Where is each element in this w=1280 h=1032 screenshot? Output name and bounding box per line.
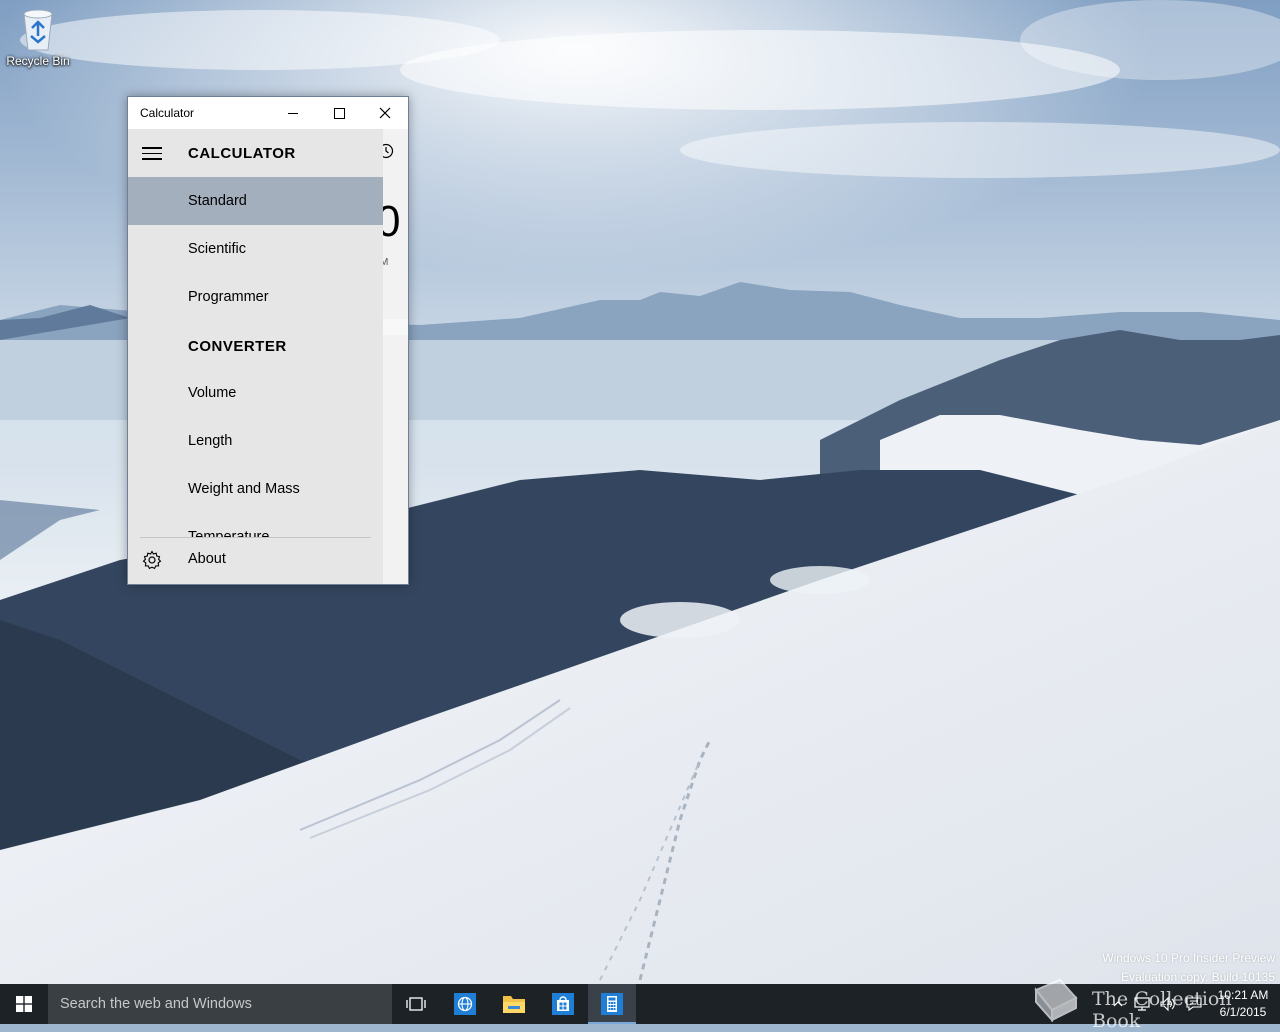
nav-item-label: Weight and Mass xyxy=(188,481,300,497)
nav-item-standard[interactable]: Standard xyxy=(128,177,383,225)
windows-logo-icon xyxy=(16,996,32,1012)
taskbar-search-box[interactable]: Search the web and Windows xyxy=(48,984,392,1024)
build-watermark-line1: Windows 10 Pro Insider Preview xyxy=(1102,951,1275,965)
nav-item-label: Scientific xyxy=(188,241,247,257)
nav-item-length[interactable]: Length xyxy=(128,417,383,465)
file-explorer-button[interactable] xyxy=(490,984,538,1024)
nav-item-volume[interactable]: Volume xyxy=(128,369,383,417)
hamburger-menu-icon[interactable] xyxy=(142,147,162,160)
task-view-button[interactable] xyxy=(392,984,440,1024)
brand-watermark-text: The Collection Book xyxy=(1092,988,1232,1032)
task-view-icon xyxy=(406,997,426,1011)
nav-divider xyxy=(140,537,371,538)
edge-browser-button[interactable] xyxy=(441,984,489,1024)
file-explorer-icon xyxy=(503,996,525,1013)
window-title: Calculator xyxy=(140,106,195,120)
recycle-bin-shortcut[interactable]: Recycle Bin xyxy=(4,6,72,68)
navigation-pane: CALCULATOR Standard Scientific Programme… xyxy=(128,129,383,584)
nav-title-calculator: CALCULATOR xyxy=(188,145,296,162)
store-button[interactable] xyxy=(539,984,587,1024)
nav-item-weight-and-mass[interactable]: Weight and Mass xyxy=(128,465,383,513)
nav-list: Standard Scientific Programmer CONVERTER… xyxy=(128,177,383,537)
build-watermark-line2: Evaluation copy. Build 10135 xyxy=(1121,970,1275,984)
nav-item-scientific[interactable]: Scientific xyxy=(128,225,383,273)
nav-item-label: Programmer xyxy=(188,289,269,305)
nav-section-converter: CONVERTER xyxy=(188,338,287,355)
nav-item-about[interactable]: About xyxy=(128,545,383,583)
title-bar[interactable]: Calculator xyxy=(128,97,408,129)
maximize-button[interactable] xyxy=(316,97,362,129)
calculator-icon xyxy=(601,993,623,1015)
calculator-taskbar-button[interactable] xyxy=(588,984,636,1024)
store-icon xyxy=(552,993,574,1015)
maximize-icon xyxy=(333,107,345,119)
close-button[interactable] xyxy=(362,97,408,129)
close-icon xyxy=(379,107,391,119)
nav-item-label: Length xyxy=(188,433,233,449)
minimize-button[interactable] xyxy=(270,97,316,129)
gear-icon xyxy=(142,550,162,570)
nav-header: CALCULATOR xyxy=(128,129,383,177)
nav-item-label: Temperature xyxy=(188,529,270,537)
book-logo-icon xyxy=(1034,978,1078,1022)
nav-item-label: Standard xyxy=(188,193,247,209)
nav-item-label: Volume xyxy=(188,385,237,401)
about-label: About xyxy=(188,551,226,567)
nav-item-programmer[interactable]: Programmer xyxy=(128,273,383,321)
search-placeholder: Search the web and Windows xyxy=(60,996,252,1012)
edge-browser-icon xyxy=(454,993,476,1015)
calculator-window[interactable]: Calculator 0 M CALCULATOR Standard Scien… xyxy=(127,96,409,585)
recycle-bin-icon xyxy=(18,6,58,52)
recycle-bin-label: Recycle Bin xyxy=(6,54,70,68)
nav-item-temperature[interactable]: Temperature xyxy=(128,513,383,537)
start-button[interactable] xyxy=(0,984,48,1024)
taskbar: Search the web and Windows 10:21 AM 6/1/… xyxy=(0,984,1280,1024)
minimize-icon xyxy=(288,112,298,114)
